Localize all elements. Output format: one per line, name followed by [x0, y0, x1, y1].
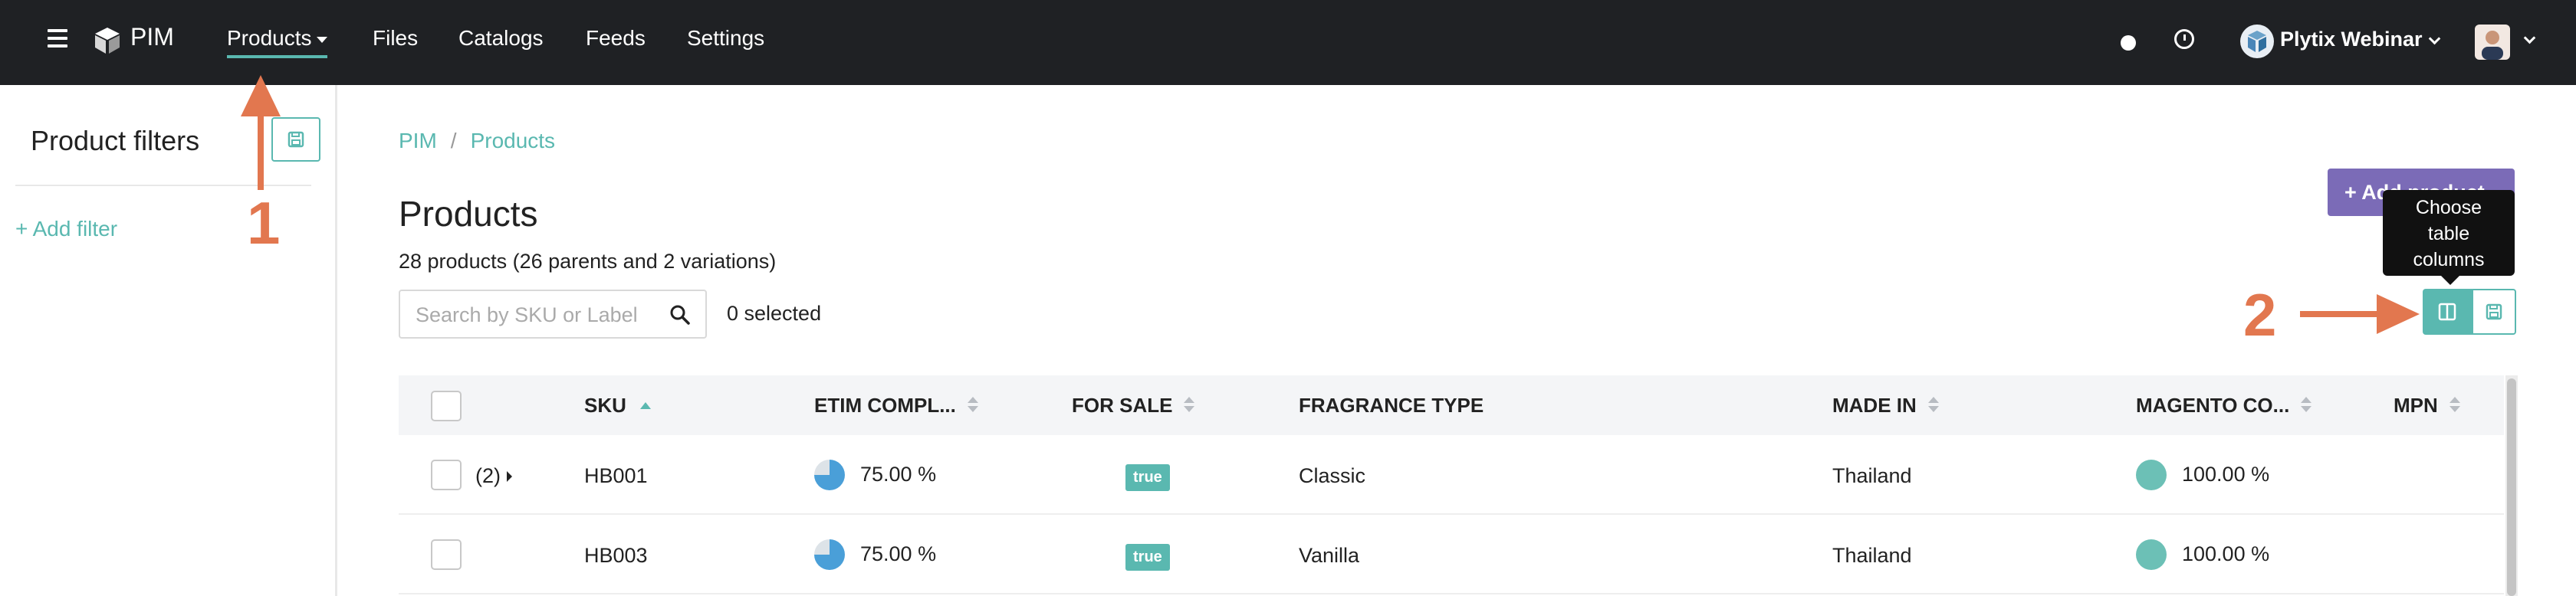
- annotation-number: 1: [247, 189, 281, 257]
- add-filter-link[interactable]: + Add filter: [15, 217, 117, 241]
- breadcrumb-products[interactable]: Products: [471, 129, 556, 152]
- completeness-full-icon: [2136, 539, 2167, 570]
- breadcrumb-separator: /: [450, 129, 457, 152]
- org-name: Plytix Webinar: [2280, 28, 2423, 51]
- nav-products-label: Products: [227, 26, 312, 50]
- column-label: ETIM COMPL...: [814, 394, 956, 417]
- table-row[interactable]: (2) HB001 75.00 % true Classic Thailand …: [399, 435, 2504, 515]
- annotation-arrow-up-icon: [241, 75, 281, 190]
- for-sale-badge: true: [1125, 464, 1170, 491]
- sku-cell[interactable]: HB001: [584, 464, 648, 488]
- table-row[interactable]: HB003 75.00 % true Vanilla Thailand 100.…: [399, 515, 2504, 594]
- avatar-chevron-down-icon[interactable]: [2523, 31, 2536, 44]
- top-navbar: PIM Products Files Catalogs Feeds Settin…: [0, 0, 2576, 85]
- tooltip-line: Choose: [2415, 197, 2482, 218]
- notification-dot-icon[interactable]: [2121, 35, 2136, 51]
- completeness-pie-icon: [814, 460, 845, 490]
- sort-icon: [2449, 396, 2461, 414]
- sort-icon: [1927, 396, 1940, 414]
- row-checkbox[interactable]: [431, 460, 462, 490]
- sku-cell[interactable]: HB003: [584, 544, 648, 568]
- fragrance-cell: Vanilla: [1299, 544, 1360, 567]
- tooltip-line: columns: [2413, 249, 2485, 270]
- caret-down-icon: [316, 36, 327, 43]
- nav-catalogs[interactable]: Catalogs: [458, 26, 544, 51]
- table-scrollbar-thumb[interactable]: [2507, 378, 2516, 596]
- variants-toggle[interactable]: (2): [475, 464, 512, 488]
- floppy-disk-icon: [2486, 303, 2502, 320]
- magento-cell: 100.00 %: [2182, 542, 2270, 565]
- column-header-made-in[interactable]: MADE IN: [1832, 394, 1940, 418]
- page-title: Products: [399, 194, 538, 234]
- nav-products[interactable]: Products: [227, 26, 327, 58]
- row-checkbox[interactable]: [431, 539, 462, 570]
- caret-right-icon: [507, 471, 512, 482]
- column-header-sku[interactable]: SKU: [584, 394, 651, 418]
- column-header-for-sale[interactable]: FOR SALE: [1072, 394, 1195, 418]
- column-label: FOR SALE: [1072, 394, 1173, 417]
- variants-count: (2): [475, 464, 501, 487]
- sort-icon: [967, 396, 979, 414]
- column-label: MAGENTO CO...: [2136, 394, 2290, 417]
- user-avatar[interactable]: [2475, 25, 2510, 60]
- column-header-magento[interactable]: MAGENTO CO...: [2136, 394, 2312, 418]
- save-view-button[interactable]: [2472, 289, 2516, 335]
- completeness-full-icon: [2136, 460, 2167, 490]
- annotation-arrow-right-icon: [2300, 294, 2420, 334]
- column-label: MADE IN: [1832, 394, 1917, 417]
- org-switcher[interactable]: Plytix Webinar: [2280, 28, 2440, 51]
- annotation-number: 2: [2243, 281, 2277, 349]
- magento-cell: 100.00 %: [2182, 463, 2270, 486]
- product-count: 28 products (26 parents and 2 variations…: [399, 250, 777, 273]
- cube-logo-icon: [95, 28, 120, 54]
- made-in-cell: Thailand: [1832, 544, 1912, 567]
- tooltip-line: table: [2427, 223, 2470, 244]
- choose-columns-button[interactable]: [2423, 289, 2472, 335]
- clock-icon[interactable]: [2174, 29, 2194, 49]
- breadcrumb: PIM / Products: [399, 129, 555, 153]
- completeness-pie-icon: [814, 539, 845, 570]
- org-logo-icon[interactable]: [2240, 25, 2274, 58]
- search-icon[interactable]: [669, 303, 692, 326]
- column-label: SKU: [584, 394, 626, 417]
- column-header-mpn[interactable]: MPN: [2394, 394, 2461, 418]
- fragrance-cell: Classic: [1299, 464, 1366, 487]
- nav-settings[interactable]: Settings: [687, 26, 764, 51]
- chevron-down-icon: [2428, 32, 2440, 45]
- selected-count: 0 selected: [727, 302, 822, 325]
- nav-feeds[interactable]: Feeds: [586, 26, 646, 51]
- nav-files[interactable]: Files: [373, 26, 418, 51]
- breadcrumb-pim[interactable]: PIM: [399, 129, 437, 152]
- for-sale-badge: true: [1125, 544, 1170, 571]
- columns-icon: [2438, 303, 2456, 321]
- brand-name[interactable]: PIM: [130, 23, 174, 51]
- column-header-fragrance-type[interactable]: FRAGRANCE TYPE: [1299, 394, 1484, 418]
- search-box: [399, 290, 707, 339]
- product-filters-sidebar: Product filters + Add filter: [0, 85, 337, 596]
- table-header: SKU ETIM COMPL... FOR SALE FRAGRANCE TYP…: [399, 375, 2504, 435]
- etim-cell: 75.00 %: [860, 463, 937, 486]
- sort-ascending-icon: [639, 402, 651, 409]
- products-table: SKU ETIM COMPL... FOR SALE FRAGRANCE TYP…: [399, 375, 2518, 596]
- sort-icon: [1183, 396, 1195, 414]
- search-input[interactable]: [416, 302, 661, 328]
- sort-icon: [2300, 396, 2312, 414]
- column-label: MPN: [2394, 394, 2438, 417]
- etim-cell: 75.00 %: [860, 542, 937, 565]
- column-header-etim[interactable]: ETIM COMPL...: [814, 394, 979, 418]
- filters-title: Product filters: [31, 125, 200, 156]
- select-all-checkbox[interactable]: [431, 391, 462, 421]
- choose-columns-tooltip: Choose table columns: [2383, 190, 2515, 285]
- made-in-cell: Thailand: [1832, 464, 1912, 487]
- hamburger-menu-icon[interactable]: [48, 29, 67, 47]
